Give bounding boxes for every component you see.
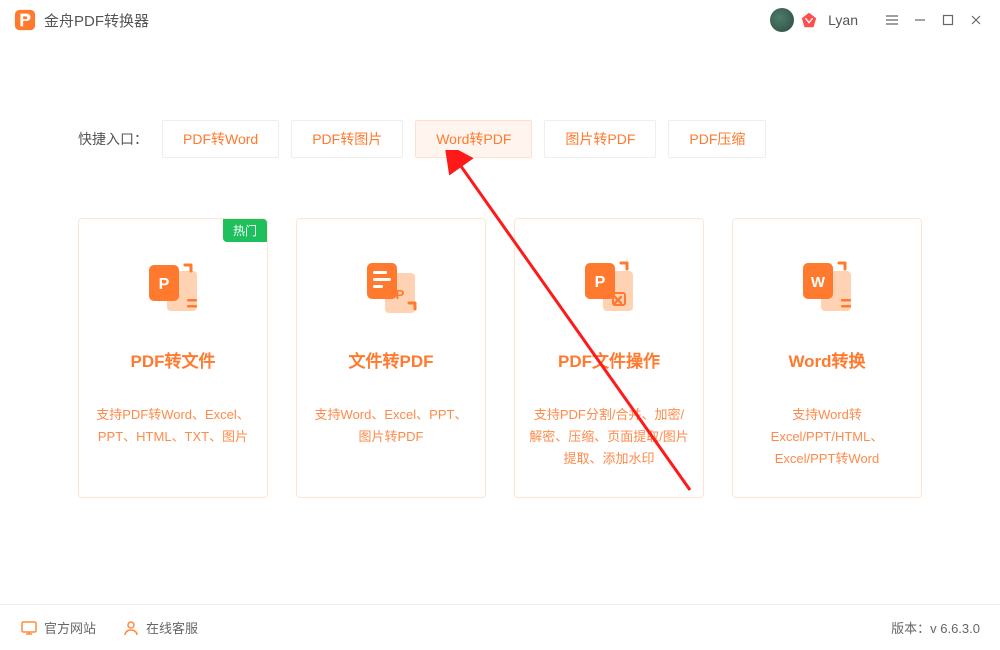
menu-button[interactable] bbox=[878, 6, 906, 34]
svg-text:W: W bbox=[811, 274, 826, 291]
svg-text:P: P bbox=[595, 274, 606, 291]
card-desc: 支持Word转Excel/PPT/HTML、Excel/PPT转Word bbox=[747, 404, 907, 470]
minimize-button[interactable] bbox=[906, 6, 934, 34]
footer-version: 版本：v 6.6.3.0 bbox=[891, 618, 980, 637]
user-avatar[interactable] bbox=[770, 8, 794, 32]
footer-support-link[interactable]: 在线客服 bbox=[122, 618, 198, 637]
hamburger-icon bbox=[885, 13, 899, 27]
feature-cards: 热门 P PDF转文件 支持PDF转Word、Excel、PPT、HTML、TX… bbox=[0, 218, 1000, 498]
quick-entry-row: 快捷入口： PDF转Word PDF转图片 Word转PDF 图片转PDF PD… bbox=[0, 120, 1000, 158]
monitor-icon bbox=[20, 619, 38, 637]
footer-website-link[interactable]: 官方网站 bbox=[20, 618, 96, 637]
card-desc: 支持Word、Excel、PPT、图片转PDF bbox=[311, 404, 471, 448]
card-title: Word转换 bbox=[788, 347, 865, 372]
app-title: 金舟PDF转换器 bbox=[44, 10, 149, 31]
card-title: PDF转文件 bbox=[131, 347, 216, 372]
quick-btn-pdf-compress[interactable]: PDF压缩 bbox=[668, 120, 766, 158]
pdf-operations-icon: P bbox=[579, 259, 639, 319]
pdf-to-file-icon: P bbox=[143, 259, 203, 319]
quick-btn-word-to-pdf[interactable]: Word转PDF bbox=[415, 120, 532, 158]
quick-btn-pdf-to-image[interactable]: PDF转图片 bbox=[291, 120, 403, 158]
svg-text:P: P bbox=[159, 276, 170, 293]
titlebar: 金舟PDF转换器 Lyan bbox=[0, 0, 1000, 40]
vip-badge-icon bbox=[800, 11, 818, 29]
headset-icon bbox=[122, 619, 140, 637]
quick-entry-label: 快捷入口： bbox=[78, 129, 148, 149]
close-button[interactable] bbox=[962, 6, 990, 34]
card-title: PDF文件操作 bbox=[558, 347, 660, 372]
footer-support-label: 在线客服 bbox=[146, 618, 198, 637]
word-convert-icon: W bbox=[797, 259, 857, 319]
username[interactable]: Lyan bbox=[828, 12, 858, 28]
file-to-pdf-icon: P bbox=[361, 259, 421, 319]
card-pdf-to-file[interactable]: 热门 P PDF转文件 支持PDF转Word、Excel、PPT、HTML、TX… bbox=[78, 218, 268, 498]
footer-website-label: 官方网站 bbox=[44, 618, 96, 637]
card-word-convert[interactable]: W Word转换 支持Word转Excel/PPT/HTML、Excel/PPT… bbox=[732, 218, 922, 498]
quick-btn-image-to-pdf[interactable]: 图片转PDF bbox=[544, 120, 656, 158]
card-pdf-operations[interactable]: P PDF文件操作 支持PDF分割/合并、加密/解密、压缩、页面提取/图片提取、… bbox=[514, 218, 704, 498]
svg-text:P: P bbox=[396, 287, 405, 302]
card-file-to-pdf[interactable]: P 文件转PDF 支持Word、Excel、PPT、图片转PDF bbox=[296, 218, 486, 498]
minimize-icon bbox=[913, 13, 927, 27]
maximize-button[interactable] bbox=[934, 6, 962, 34]
maximize-icon bbox=[941, 13, 955, 27]
close-icon bbox=[969, 13, 983, 27]
card-desc: 支持PDF转Word、Excel、PPT、HTML、TXT、图片 bbox=[93, 404, 253, 448]
app-logo-icon bbox=[14, 9, 36, 31]
card-title: 文件转PDF bbox=[349, 347, 434, 372]
card-desc: 支持PDF分割/合并、加密/解密、压缩、页面提取/图片提取、添加水印 bbox=[529, 404, 689, 470]
hot-badge: 热门 bbox=[223, 219, 267, 242]
footer: 官方网站 在线客服 版本：v 6.6.3.0 bbox=[0, 604, 1000, 650]
quick-btn-pdf-to-word[interactable]: PDF转Word bbox=[162, 120, 279, 158]
